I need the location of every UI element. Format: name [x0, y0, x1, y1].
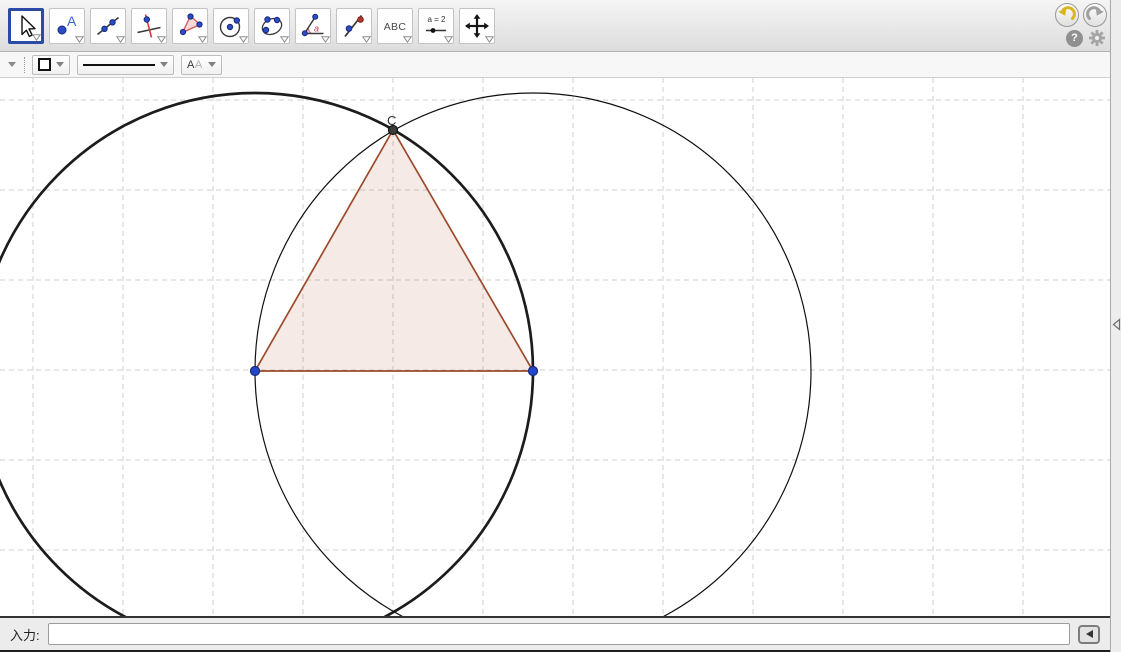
- main-column: Aa ABC a = 2: [0, 0, 1110, 652]
- free-point-A[interactable]: [251, 367, 260, 376]
- panel-collapse-strip[interactable]: [1110, 0, 1121, 652]
- settings-button[interactable]: [1088, 29, 1106, 47]
- line-style-dropdown[interactable]: [77, 55, 174, 75]
- input-help-button[interactable]: [1078, 625, 1100, 644]
- tool-slider-button[interactable]: a = 2: [418, 8, 454, 44]
- tool-polygon-button[interactable]: [172, 8, 208, 44]
- tool-point-button[interactable]: A: [49, 8, 85, 44]
- free-point-B[interactable]: [529, 367, 538, 376]
- color-swatch: [38, 58, 51, 71]
- tool-ellipse-button[interactable]: [254, 8, 290, 44]
- tool-move-button[interactable]: [8, 8, 44, 44]
- triangle-polygon[interactable]: [255, 130, 533, 371]
- tool-buttons-group: Aa ABC a = 2: [8, 8, 500, 44]
- chevron-down-icon: [208, 62, 216, 67]
- toolbar-right-cluster: ?: [1055, 3, 1107, 47]
- gear-icon: [1088, 29, 1106, 47]
- tool-options-arrow-icon[interactable]: [362, 36, 371, 43]
- tool-options-arrow-icon[interactable]: [198, 36, 207, 43]
- tool-bar: Aa ABC a = 2: [0, 0, 1110, 52]
- color-style-dropdown[interactable]: [32, 55, 70, 75]
- tool-options-arrow-icon[interactable]: [32, 34, 41, 41]
- panel-expand-arrow-icon[interactable]: [1112, 318, 1121, 331]
- input-help-arrow-icon: [1086, 630, 1093, 638]
- stylebar-collapse-icon[interactable]: [7, 61, 17, 68]
- command-input[interactable]: [48, 623, 1070, 645]
- tool-reflect-button[interactable]: [336, 8, 372, 44]
- point-label: C: [387, 113, 396, 128]
- help-button[interactable]: ?: [1066, 30, 1083, 47]
- graphics-view[interactable]: C: [0, 78, 1110, 618]
- tool-options-arrow-icon[interactable]: [403, 36, 412, 43]
- tool-options-arrow-icon[interactable]: [157, 36, 166, 43]
- svg-text:a: a: [314, 23, 319, 33]
- label-style-dropdown[interactable]: AA: [181, 55, 222, 75]
- redo-icon: [1085, 5, 1105, 25]
- tool-text-button[interactable]: ABC: [377, 8, 413, 44]
- stylebar-separator: [24, 57, 25, 73]
- help-icon: ?: [1071, 32, 1078, 44]
- redo-button[interactable]: [1083, 3, 1107, 27]
- chevron-down-icon: [160, 62, 168, 67]
- tool-circle-button[interactable]: [213, 8, 249, 44]
- tool-options-arrow-icon[interactable]: [485, 36, 494, 43]
- undo-button[interactable]: [1055, 3, 1079, 27]
- construction-canvas[interactable]: C: [0, 78, 1110, 616]
- tool-options-arrow-icon[interactable]: [116, 36, 125, 43]
- input-bar: 入力:: [0, 618, 1110, 652]
- input-label: 入力:: [10, 625, 40, 644]
- tool-move-view-button[interactable]: [459, 8, 495, 44]
- tool-line-button[interactable]: [90, 8, 126, 44]
- slider-tool-label: a = 2: [427, 15, 446, 24]
- tool-options-arrow-icon[interactable]: [280, 36, 289, 43]
- tool-options-arrow-icon[interactable]: [75, 36, 84, 43]
- line-style-preview: [83, 64, 155, 66]
- label-style-preview: AA: [187, 59, 203, 71]
- undo-icon: [1057, 5, 1077, 25]
- svg-text:A: A: [67, 13, 77, 29]
- chevron-down-icon: [56, 62, 64, 67]
- text-tool-label: ABC: [384, 21, 407, 33]
- geogebra-window: Aa ABC a = 2: [0, 0, 1121, 652]
- tool-angle-button[interactable]: a: [295, 8, 331, 44]
- style-bar: AA: [0, 52, 1110, 78]
- tool-options-arrow-icon[interactable]: [444, 36, 453, 43]
- tool-perpendicular-button[interactable]: [131, 8, 167, 44]
- tool-options-arrow-icon[interactable]: [239, 36, 248, 43]
- tool-options-arrow-icon[interactable]: [321, 36, 330, 43]
